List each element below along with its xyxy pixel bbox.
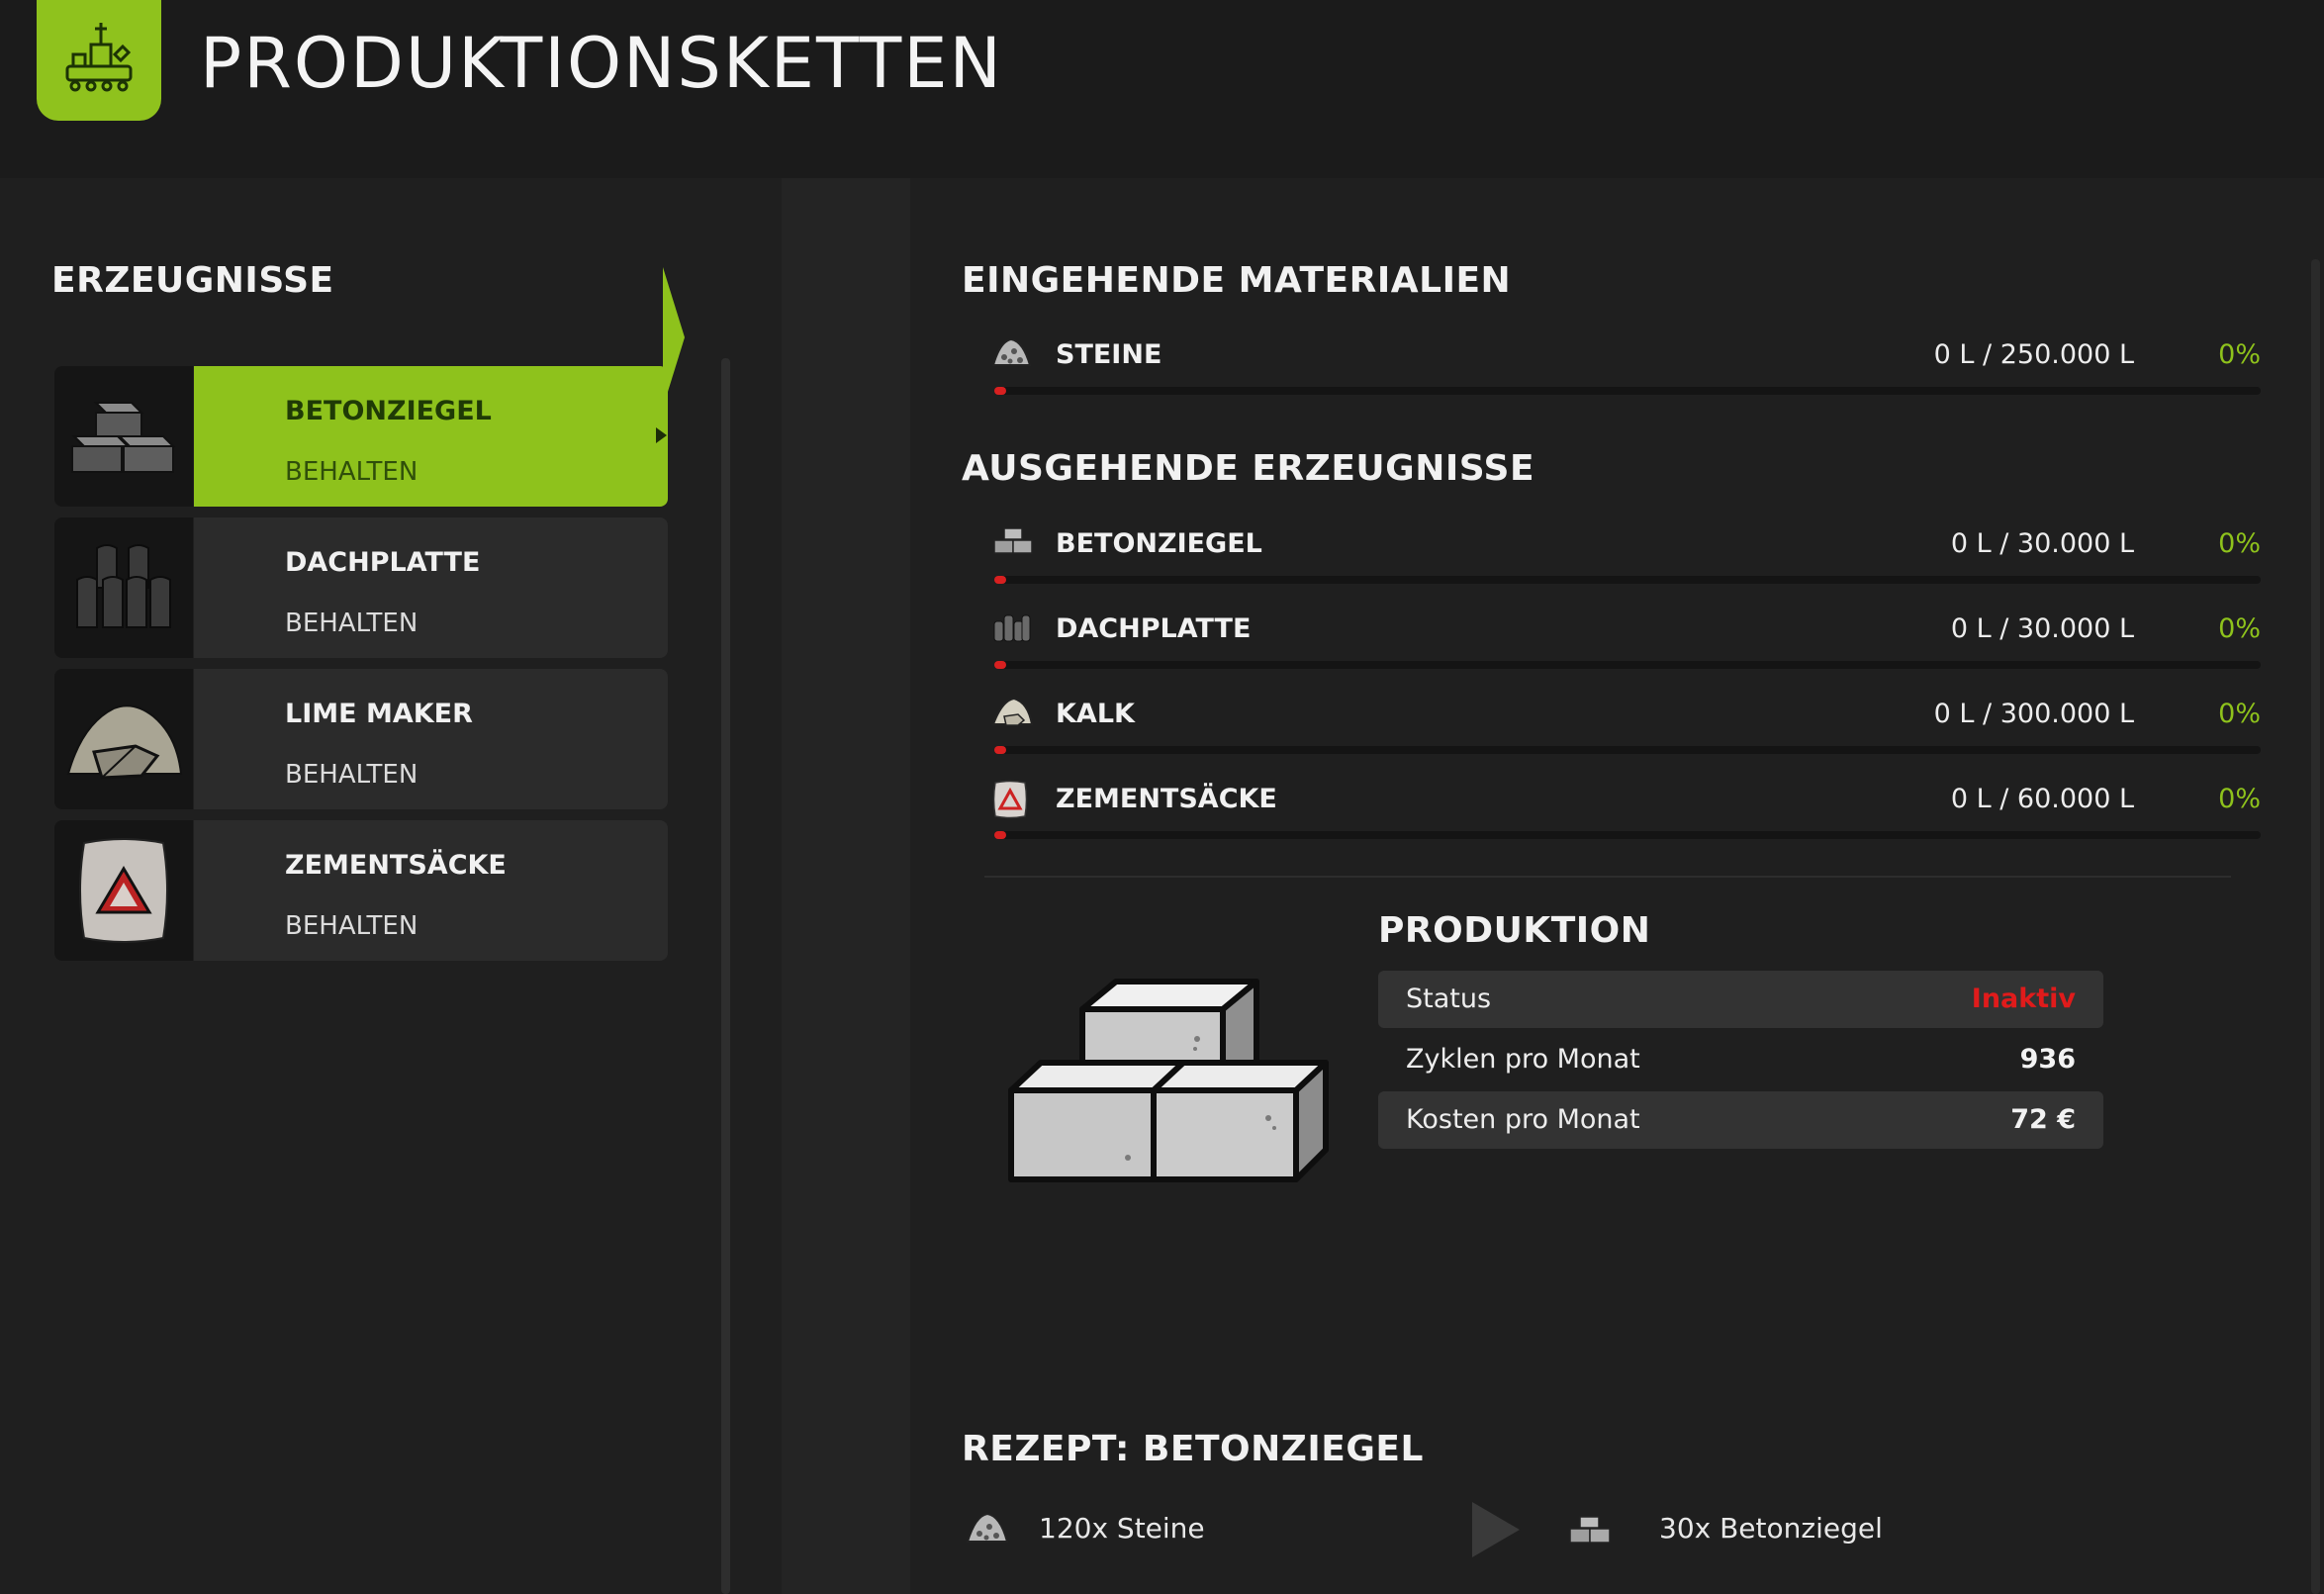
product-item-zementsaecke[interactable]: ZEMENTSÄCKE BEHALTEN (54, 820, 668, 961)
production-heading: PRODUKTION (1378, 910, 1651, 951)
material-amount: 0 L / 300.000 L (1933, 699, 2134, 729)
panel-separator (782, 178, 910, 1594)
products-scrollbar[interactable] (721, 358, 730, 1594)
recipe-output: 30x Betonziegel (1659, 1512, 1883, 1545)
product-item-dachplatte[interactable]: DACHPLATTE BEHALTEN (54, 517, 668, 658)
products-heading: ERZEUGNISSE (51, 260, 334, 301)
fill-level-indicator (994, 387, 1006, 395)
material-percent: 0% (2218, 699, 2261, 729)
selection-notch (663, 267, 685, 408)
product-name: DACHPLATTE (285, 547, 481, 578)
product-mode: BEHALTEN (285, 760, 418, 790)
outgoing-heading: AUSGEHENDE ERZEUGNISSE (962, 448, 1535, 489)
arrow-right-icon (1472, 1502, 1520, 1557)
production-cycles-row: Zyklen pro Monat 936 (1378, 1031, 2103, 1088)
cement-sack-icon (54, 820, 193, 961)
material-amount: 0 L / 60.000 L (1950, 784, 2134, 814)
product-name: BETONZIEGEL (285, 396, 492, 426)
cost-label: Kosten pro Monat (1406, 1104, 1640, 1135)
material-row-steine: STEINE 0 L / 250.000 L 0% (965, 335, 2261, 405)
product-name: LIME MAKER (285, 699, 473, 729)
cycles-value: 936 (2019, 1044, 2076, 1075)
product-name: ZEMENTSÄCKE (285, 850, 507, 881)
status-value: Inaktiv (1971, 984, 2076, 1014)
material-amount: 0 L / 250.000 L (1933, 339, 2134, 370)
cement-sack-icon (990, 780, 1032, 819)
fill-level-indicator (994, 661, 1006, 669)
product-mode: BEHALTEN (285, 609, 418, 638)
product-item-body: DACHPLATTE BEHALTEN (194, 517, 668, 658)
stones-icon (990, 335, 1032, 371)
material-percent: 0% (2218, 613, 2261, 644)
concrete-bricks-icon (54, 366, 193, 507)
material-percent: 0% (2218, 528, 2261, 559)
material-name: BETONZIEGEL (1056, 528, 1262, 559)
fill-level-bar (994, 746, 2261, 754)
header-bar: PRODUKTIONSKETTEN (0, 0, 2324, 178)
product-mode: BEHALTEN (285, 457, 418, 487)
fill-level-indicator (994, 576, 1006, 584)
status-label: Status (1406, 984, 1492, 1014)
cycles-label: Zyklen pro Monat (1406, 1044, 1640, 1075)
material-name: KALK (1056, 699, 1135, 729)
fill-level-indicator (994, 746, 1006, 754)
material-percent: 0% (2218, 339, 2261, 370)
product-item-body: ZEMENTSÄCKE BEHALTEN (194, 820, 668, 961)
output-row-dachplatte: DACHPLATTE 0 L / 30.000 L 0% (965, 609, 2261, 679)
stones-icon (965, 1510, 1010, 1546)
production-chain-icon (37, 0, 161, 121)
lime-pile-icon (54, 669, 193, 809)
chevron-right-icon (656, 427, 667, 443)
roof-tiles-icon (54, 517, 193, 658)
fill-level-bar (994, 387, 2261, 395)
cost-value: 72 € (2010, 1104, 2076, 1135)
material-name: ZEMENTSÄCKE (1056, 784, 1277, 814)
material-name: DACHPLATTE (1056, 613, 1252, 644)
output-row-betonziegel: BETONZIEGEL 0 L / 30.000 L 0% (965, 524, 2261, 594)
product-item-betonziegel[interactable]: BETONZIEGEL BEHALTEN (54, 366, 668, 507)
fill-level-bar (994, 576, 2261, 584)
fill-level-indicator (994, 831, 1006, 839)
product-mode: BEHALTEN (285, 911, 418, 941)
roof-tiles-icon (990, 609, 1032, 645)
section-divider (984, 876, 2231, 878)
production-status-row: Status Inaktiv (1378, 971, 2103, 1028)
product-item-body: LIME MAKER BEHALTEN (194, 669, 668, 809)
material-name: STEINE (1056, 339, 1162, 370)
material-amount: 0 L / 30.000 L (1950, 613, 2134, 644)
concrete-bricks-icon (999, 970, 1341, 1197)
concrete-bricks-icon (990, 524, 1033, 560)
lime-pile-icon (990, 695, 1034, 730)
fill-level-bar (994, 831, 2261, 839)
details-scrollbar[interactable] (2311, 259, 2320, 1594)
output-row-kalk: KALK 0 L / 300.000 L 0% (965, 695, 2261, 764)
product-item-lime-maker[interactable]: LIME MAKER BEHALTEN (54, 669, 668, 809)
output-row-zementsaecke: ZEMENTSÄCKE 0 L / 60.000 L 0% (965, 780, 2261, 849)
recipe-heading: REZEPT: BETONZIEGEL (962, 1429, 1424, 1469)
material-percent: 0% (2218, 784, 2261, 814)
product-item-body: BETONZIEGEL BEHALTEN (194, 366, 668, 507)
concrete-bricks-icon (1566, 1514, 1614, 1547)
fill-level-bar (994, 661, 2261, 669)
recipe-input: 120x Steine (1039, 1512, 1205, 1545)
material-amount: 0 L / 30.000 L (1950, 528, 2134, 559)
incoming-heading: EINGEHENDE MATERIALIEN (962, 260, 1512, 301)
page-title: PRODUKTIONSKETTEN (200, 23, 1003, 104)
production-cost-row: Kosten pro Monat 72 € (1378, 1091, 2103, 1149)
